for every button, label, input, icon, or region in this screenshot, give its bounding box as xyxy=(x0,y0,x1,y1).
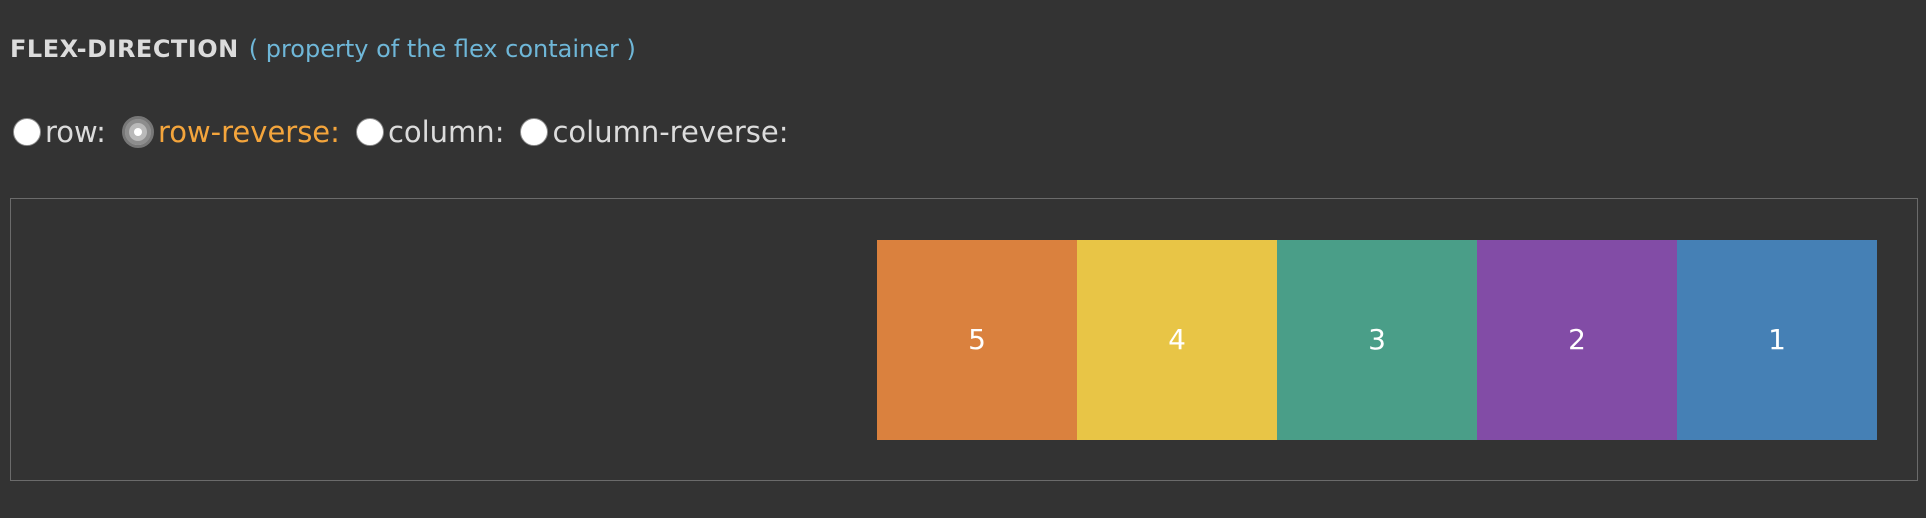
option-label-column-reverse: column-reverse: xyxy=(552,115,789,149)
option-row[interactable]: row: xyxy=(13,114,106,150)
flex-item-1: 1 xyxy=(1677,239,1877,440)
flex-direction-demo: FLEX-DIRECTION ( property of the flex con… xyxy=(0,0,1926,518)
radio-column[interactable] xyxy=(355,118,384,146)
radio-column-reverse[interactable] xyxy=(520,118,549,146)
option-label-row-reverse: row-reverse: xyxy=(157,115,340,149)
option-label-column: column: xyxy=(387,115,505,149)
option-column[interactable]: column: xyxy=(355,114,505,150)
option-row-reverse[interactable]: row-reverse: xyxy=(121,114,340,150)
option-column-reverse[interactable]: column-reverse: xyxy=(520,114,788,150)
flex-item-4: 4 xyxy=(1077,239,1277,440)
option-label-row: row: xyxy=(45,115,106,149)
radio-row[interactable] xyxy=(13,118,41,146)
property-name: FLEX-DIRECTION xyxy=(10,35,239,63)
flex-container: 1 2 3 4 5 xyxy=(10,198,1918,481)
direction-options: row: row-reverse: column: column-reverse… xyxy=(13,112,804,152)
property-description: ( property of the flex container ) xyxy=(248,35,636,63)
flex-item-2: 2 xyxy=(1477,239,1677,440)
section-heading: FLEX-DIRECTION ( property of the flex con… xyxy=(10,33,636,65)
flex-item-5: 5 xyxy=(877,239,1077,440)
radio-row-reverse[interactable] xyxy=(121,116,154,148)
flex-item-3: 3 xyxy=(1277,239,1477,440)
